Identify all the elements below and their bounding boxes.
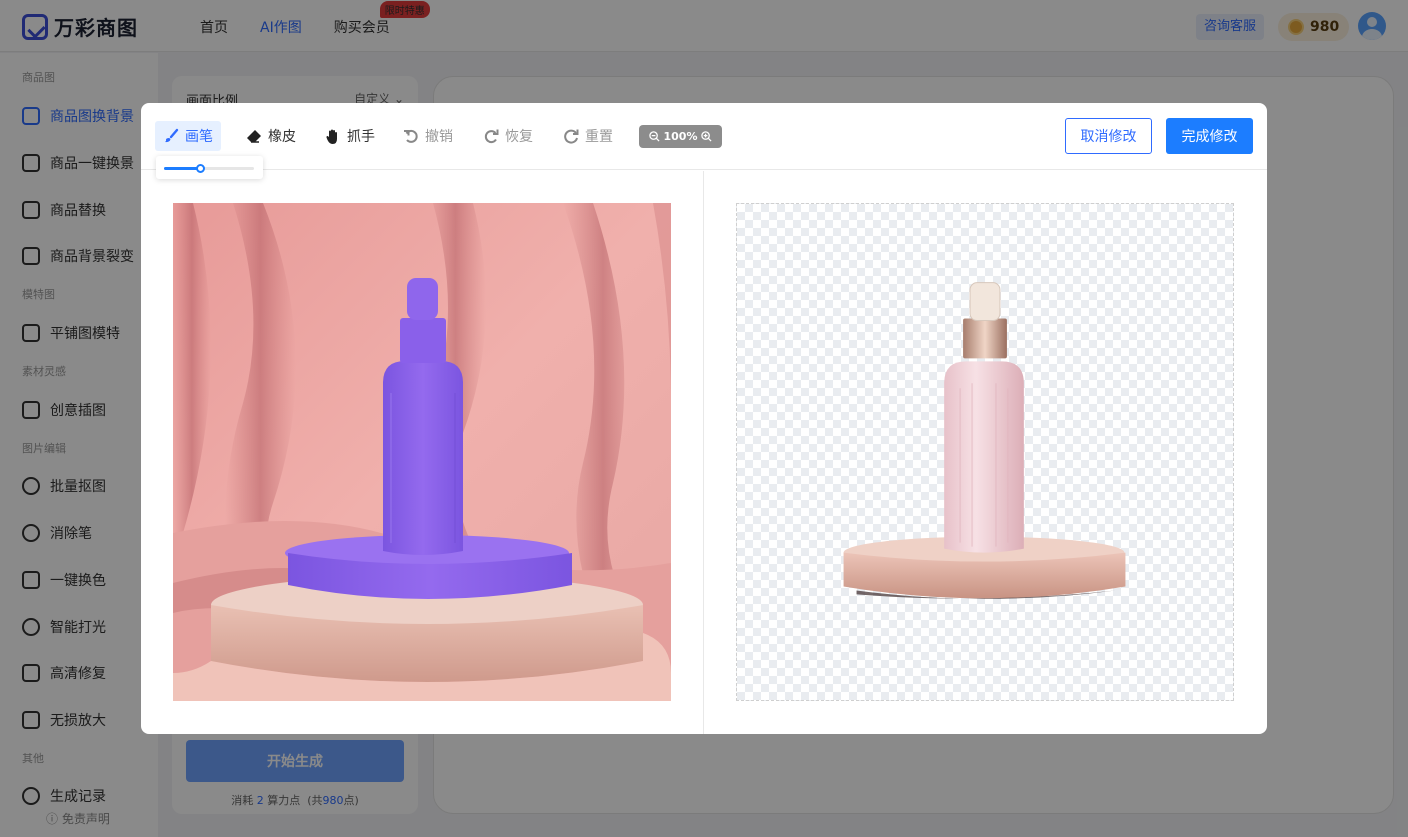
product-photo-with-mask bbox=[173, 203, 671, 701]
confirm-edit-button[interactable]: 完成修改 bbox=[1166, 118, 1253, 154]
hand-tool-label: 抓手 bbox=[347, 129, 375, 145]
cancel-edit-button[interactable]: 取消修改 bbox=[1065, 118, 1152, 154]
eraser-tool-label: 橡皮 bbox=[268, 129, 296, 145]
brush-icon bbox=[165, 128, 179, 143]
reset-icon bbox=[564, 129, 579, 144]
toolbar: 画笔 橡皮 抓手 撤销 恢复 重置 100% 取消修改 完成修改 bbox=[141, 103, 1267, 170]
brush-size-handle[interactable] bbox=[196, 164, 205, 173]
brush-tool-label: 画笔 bbox=[185, 129, 213, 145]
brush-size-popover bbox=[156, 156, 263, 179]
undo-label: 撤销 bbox=[425, 129, 453, 145]
zoom-out-icon[interactable] bbox=[648, 131, 660, 142]
cutout-preview bbox=[736, 203, 1234, 701]
mask-edit-dialog: 画笔 橡皮 抓手 撤销 恢复 重置 100% 取消修改 完成修改 bbox=[141, 103, 1267, 734]
zoom-control[interactable]: 100% bbox=[639, 125, 722, 148]
zoom-in-icon[interactable] bbox=[701, 131, 713, 142]
brush-size-slider[interactable] bbox=[164, 164, 254, 173]
redo-label: 恢复 bbox=[505, 129, 533, 145]
reset-button[interactable]: 重置 bbox=[555, 121, 621, 151]
zoom-level: 100% bbox=[663, 130, 698, 143]
eraser-tool[interactable]: 橡皮 bbox=[238, 121, 304, 151]
cutout-product-image bbox=[843, 282, 1126, 599]
pane-divider bbox=[703, 171, 704, 734]
redo-icon bbox=[484, 129, 499, 144]
undo-button[interactable]: 撤销 bbox=[395, 121, 461, 151]
mask-editing-canvas[interactable] bbox=[173, 203, 671, 701]
redo-button[interactable]: 恢复 bbox=[475, 121, 541, 151]
brush-size-fill bbox=[164, 167, 200, 170]
hand-icon bbox=[326, 129, 337, 144]
hand-tool[interactable]: 抓手 bbox=[317, 121, 383, 151]
brush-tool[interactable]: 画笔 bbox=[155, 121, 221, 151]
undo-icon bbox=[404, 129, 418, 143]
reset-label: 重置 bbox=[585, 129, 613, 145]
eraser-icon bbox=[247, 130, 261, 143]
